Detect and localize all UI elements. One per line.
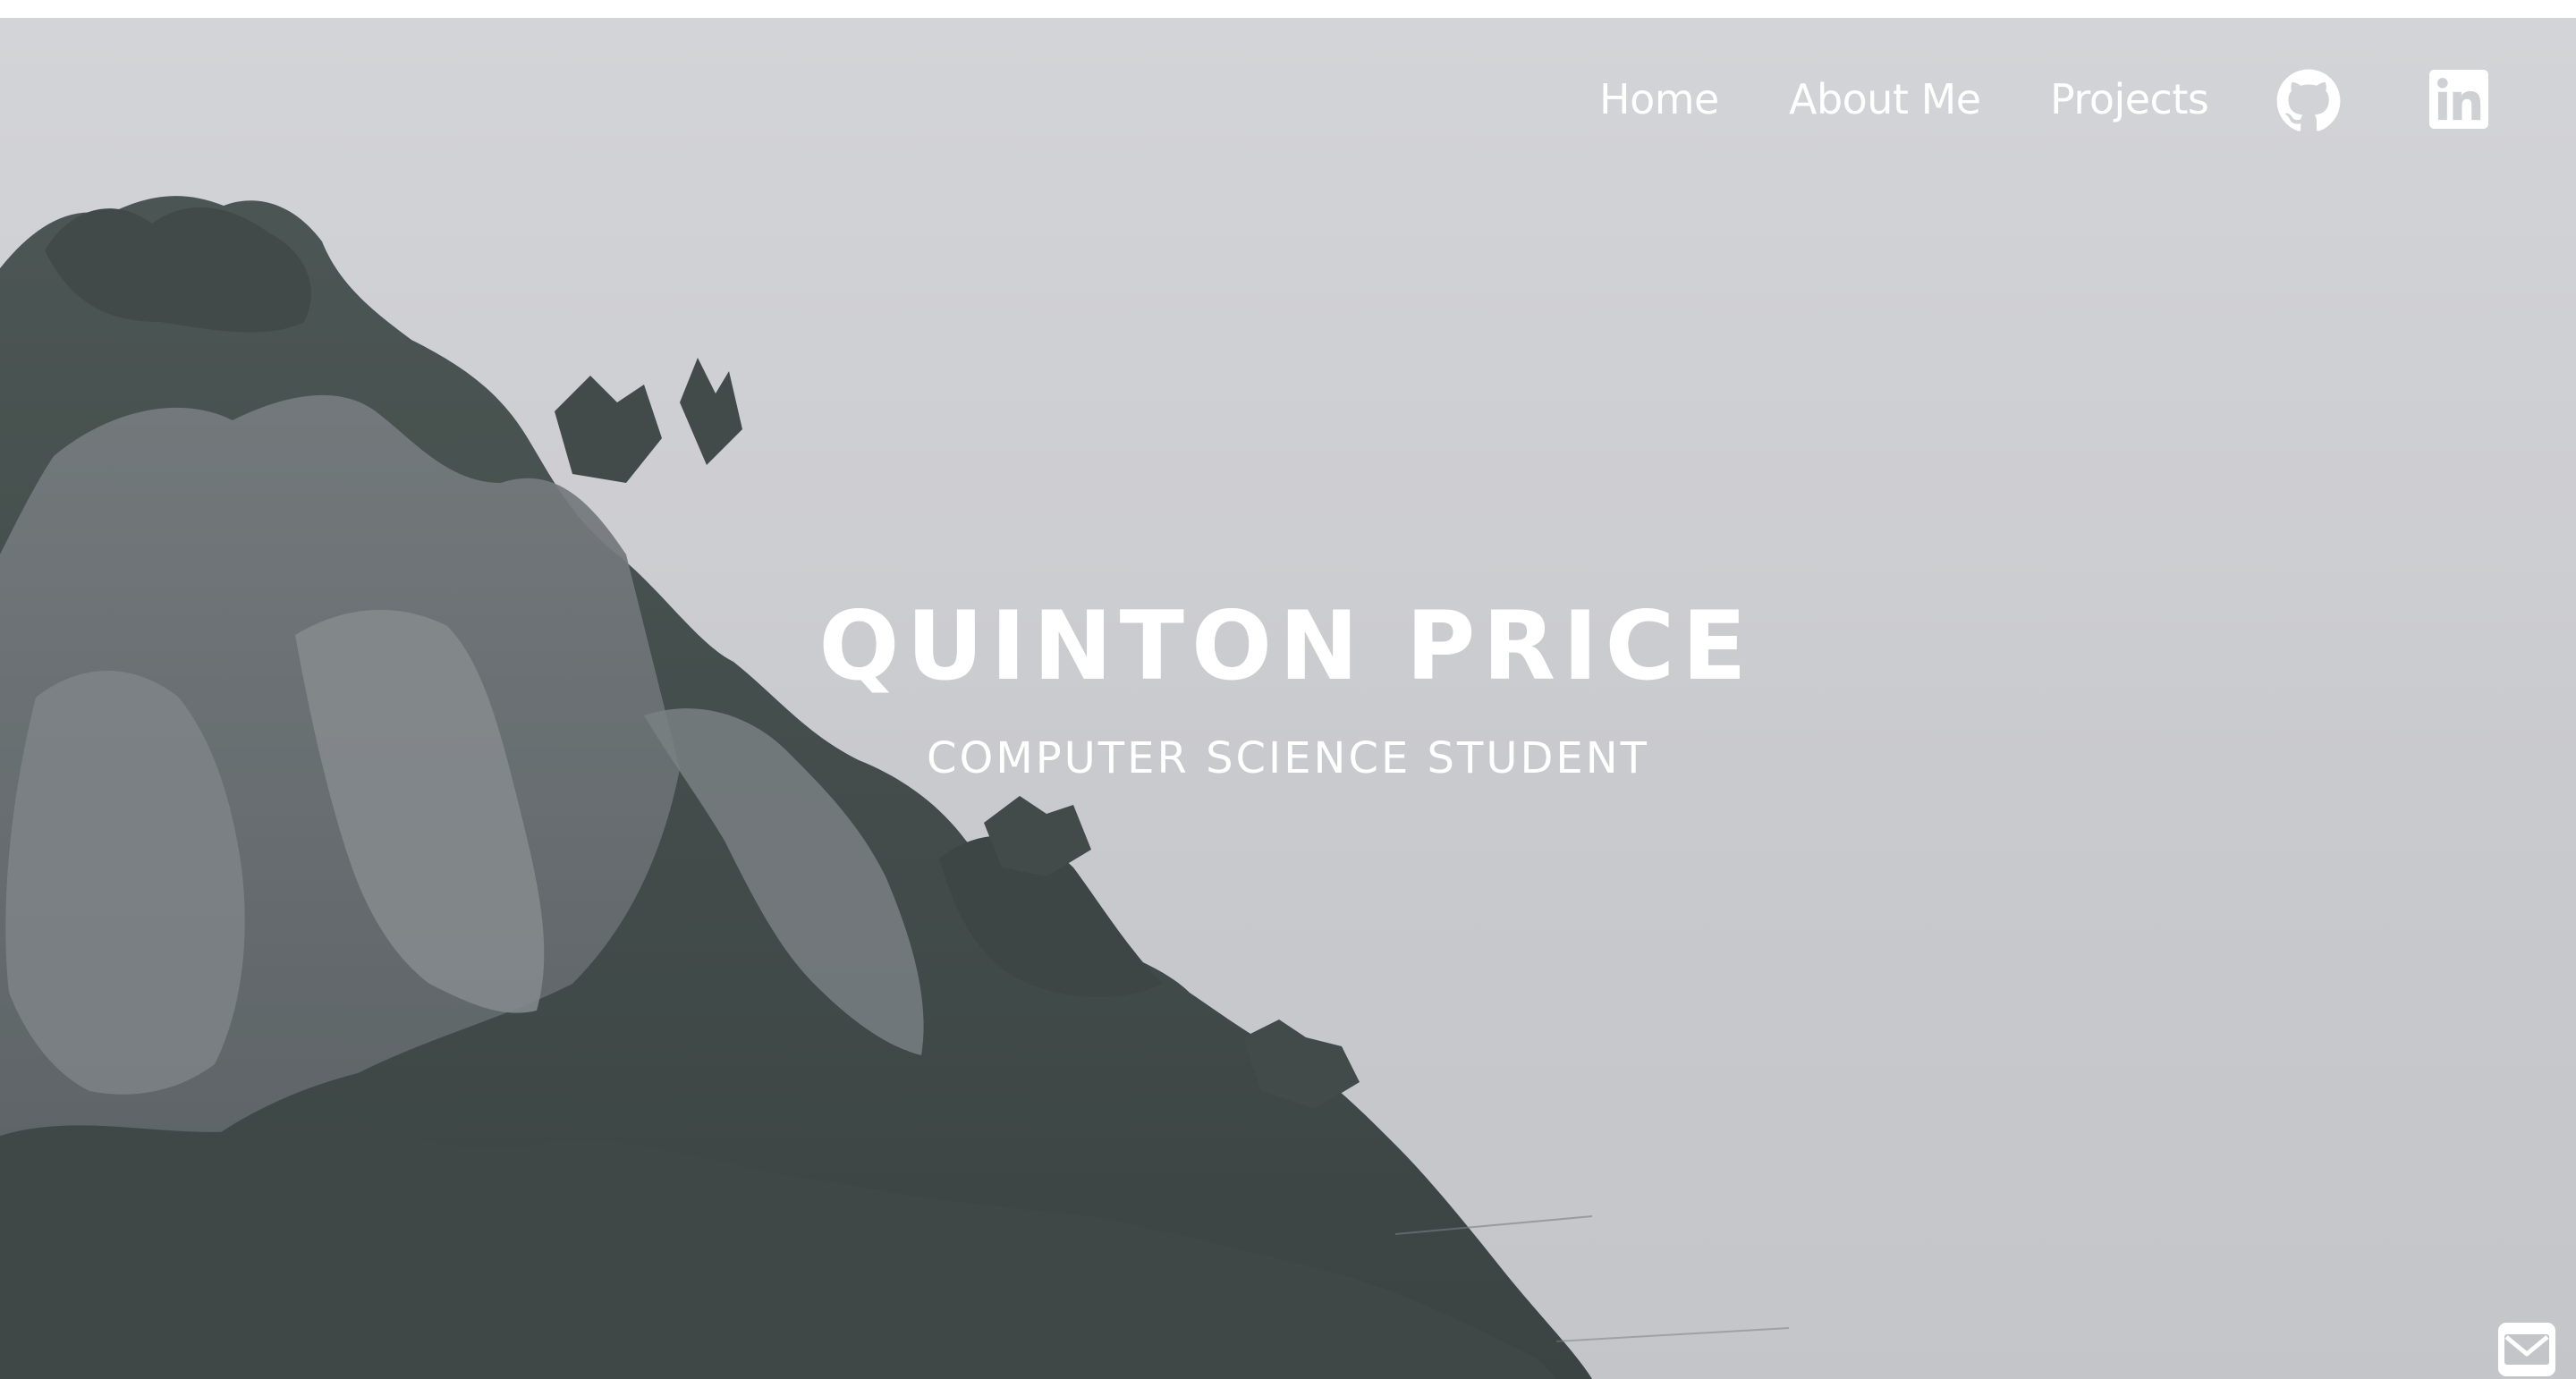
nav-projects-link[interactable]: Projects [2050,75,2209,123]
github-icon[interactable] [2275,68,2342,134]
mail-icon[interactable] [2497,1322,2556,1377]
nav-home-link[interactable]: Home [1599,75,1719,123]
top-strip [0,0,2576,18]
nav-about-link[interactable]: About Me [1789,75,1981,123]
hero-subtitle: COMPUTER SCIENCE STUDENT [927,733,1649,783]
page: Home About Me Projects QUINTON PRICE COM… [0,0,2576,1379]
hero-title: QUINTON PRICE [818,591,1754,701]
linkedin-icon[interactable] [2429,70,2488,129]
hero-section: Home About Me Projects QUINTON PRICE COM… [0,18,2576,1379]
